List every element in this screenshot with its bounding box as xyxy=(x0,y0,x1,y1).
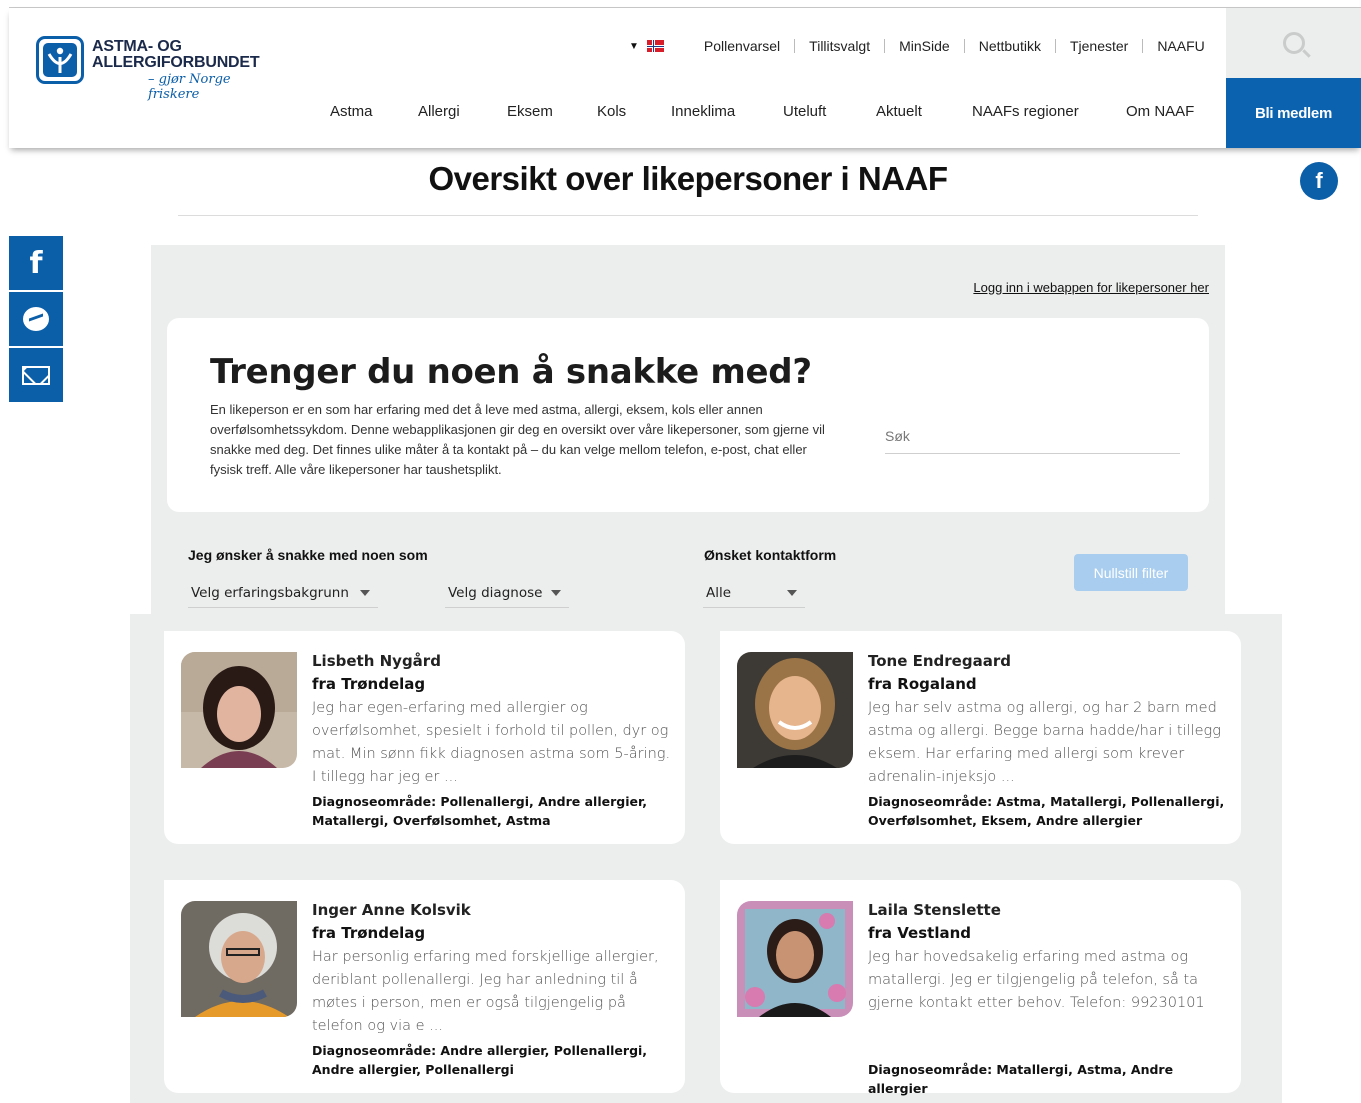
logo-mark-icon xyxy=(36,36,84,84)
contact-form-select-value: Alle xyxy=(706,584,732,601)
avatar xyxy=(737,652,853,768)
experience-select-value: Velg erfaringsbakgrunn xyxy=(191,584,349,601)
share-messenger-button[interactable] xyxy=(9,292,63,346)
intro-text: En likeperson er en som har erfaring med… xyxy=(210,402,825,477)
person-name: Lisbeth Nygård xyxy=(312,652,441,670)
share-bar: f xyxy=(9,236,63,404)
chevron-down-icon xyxy=(551,590,561,596)
language-selector[interactable]: ▼ xyxy=(629,40,664,52)
nav-item-aktuelt[interactable]: Aktuelt xyxy=(876,103,922,120)
util-link-tillitsvalgt[interactable]: Tillitsvalgt xyxy=(794,39,884,53)
person-name: Tone Endregaard xyxy=(868,652,1011,670)
page: ASTMA- OG ALLERGIFORBUNDET – gjør Norge … xyxy=(0,0,1361,1103)
util-link-minside[interactable]: MinSide xyxy=(884,39,964,53)
chevron-down-icon: ▼ xyxy=(629,40,639,52)
person-description: Jeg har egen-erfaring med allergier og o… xyxy=(312,700,671,785)
person-diagnosis: Diagnoseområde: Andre allergier, Pollena… xyxy=(312,1043,648,1077)
results-grid: Lisbeth Nygård fra Trøndelag Jeg har ege… xyxy=(130,614,1282,1103)
chevron-down-icon xyxy=(787,590,797,596)
person-region: fra Trøndelag xyxy=(312,675,426,693)
person-description: Jeg har hovedsakelig erfaring med astma … xyxy=(868,949,1205,1011)
facebook-icon: f xyxy=(29,245,43,281)
person-diagnosis: Diagnoseområde: Matallergi, Astma, Andre… xyxy=(868,1062,1174,1096)
avatar xyxy=(737,901,853,1017)
util-link-tjenester[interactable]: Tjenester xyxy=(1054,39,1142,53)
diagnosis-select-value: Velg diagnose xyxy=(448,584,543,601)
intro-heading: Trenger du noen å snakke med? xyxy=(210,352,812,392)
envelope-icon xyxy=(22,365,50,385)
experience-select[interactable]: Velg erfaringsbakgrunn xyxy=(188,578,378,608)
diagnosis-select[interactable]: Velg diagnose xyxy=(445,578,569,608)
search-icon xyxy=(1283,32,1305,54)
person-region: fra Rogaland xyxy=(868,675,977,693)
contact-form-label: Ønsket kontaktform xyxy=(704,547,837,563)
util-link-naafu[interactable]: NAAFU xyxy=(1142,39,1218,53)
nav-item-inneklima[interactable]: Inneklima xyxy=(671,103,735,120)
nav-item-regioner[interactable]: NAAFs regioner xyxy=(972,103,1079,120)
util-link-nettbutikk[interactable]: Nettbutikk xyxy=(963,39,1055,53)
filter-panel: Logg inn i webappen for likepersoner her… xyxy=(151,245,1225,615)
talk-with-label: Jeg ønsker å snakke med noen som xyxy=(188,547,428,563)
person-card[interactable]: Lisbeth Nygård fra Trøndelag Jeg har ege… xyxy=(164,631,685,844)
nav-item-om-naaf[interactable]: Om NAAF xyxy=(1126,103,1194,120)
utility-nav: ▼ Pollenvarsel Tillitsvalgt MinSide Nett… xyxy=(629,36,1219,56)
util-link-pollenvarsel[interactable]: Pollenvarsel xyxy=(690,39,794,53)
person-region: fra Vestland xyxy=(868,924,972,942)
facebook-icon[interactable]: f xyxy=(1300,162,1338,200)
person-description: Jeg har selv astma og allergi, og har 2 … xyxy=(868,700,1221,785)
page-title: Oversikt over likepersoner i NAAF xyxy=(428,160,948,197)
person-description: Har personlig erfaring med forskjellige … xyxy=(312,949,659,1034)
share-facebook-button[interactable]: f xyxy=(9,236,63,290)
title-divider xyxy=(178,215,1198,216)
login-webapp-link[interactable]: Logg inn i webappen for likepersoner her xyxy=(973,280,1209,295)
person-card[interactable]: Laila Stenslette fra Vestland Jeg har ho… xyxy=(720,880,1241,1096)
norway-flag-icon xyxy=(646,40,664,52)
person-diagnosis: Diagnoseområde: Astma, Matallergi, Polle… xyxy=(868,794,1225,828)
nav-item-allergi[interactable]: Allergi xyxy=(418,103,460,120)
site-logo[interactable]: ASTMA- OG ALLERGIFORBUNDET – gjør Norge … xyxy=(36,36,276,102)
search-input[interactable] xyxy=(885,418,1180,454)
avatar xyxy=(181,652,297,768)
nav-item-astma[interactable]: Astma xyxy=(330,103,373,120)
nav-item-eksem[interactable]: Eksem xyxy=(507,103,553,120)
header-search-button[interactable] xyxy=(1226,8,1361,78)
person-name: Inger Anne Kolsvik xyxy=(312,901,471,919)
site-header: ASTMA- OG ALLERGIFORBUNDET – gjør Norge … xyxy=(9,8,1361,148)
become-member-button[interactable]: Bli medlem xyxy=(1226,78,1361,148)
chevron-down-icon xyxy=(360,590,370,596)
contact-form-select[interactable]: Alle xyxy=(703,578,805,608)
person-card[interactable]: Inger Anne Kolsvik fra Trøndelag Har per… xyxy=(164,880,685,1093)
reset-filter-button[interactable]: Nullstill filter xyxy=(1074,554,1188,591)
person-name: Laila Stenslette xyxy=(868,901,1001,919)
nav-item-uteluft[interactable]: Uteluft xyxy=(783,103,826,120)
person-region: fra Trøndelag xyxy=(312,924,426,942)
messenger-icon xyxy=(23,307,49,331)
person-card[interactable]: Tone Endregaard fra Rogaland Jeg har sel… xyxy=(720,631,1241,844)
intro-card: Trenger du noen å snakke med? En likeper… xyxy=(167,318,1209,512)
share-email-button[interactable] xyxy=(9,348,63,402)
person-diagnosis: Diagnoseområde: Pollenallergi, Andre all… xyxy=(312,794,648,828)
logo-tagline: – gjør Norge friskere xyxy=(148,72,231,102)
logo-text-line2: ALLERGIFORBUNDET xyxy=(92,54,260,71)
avatar xyxy=(181,901,297,1017)
nav-item-kols[interactable]: Kols xyxy=(597,103,626,120)
